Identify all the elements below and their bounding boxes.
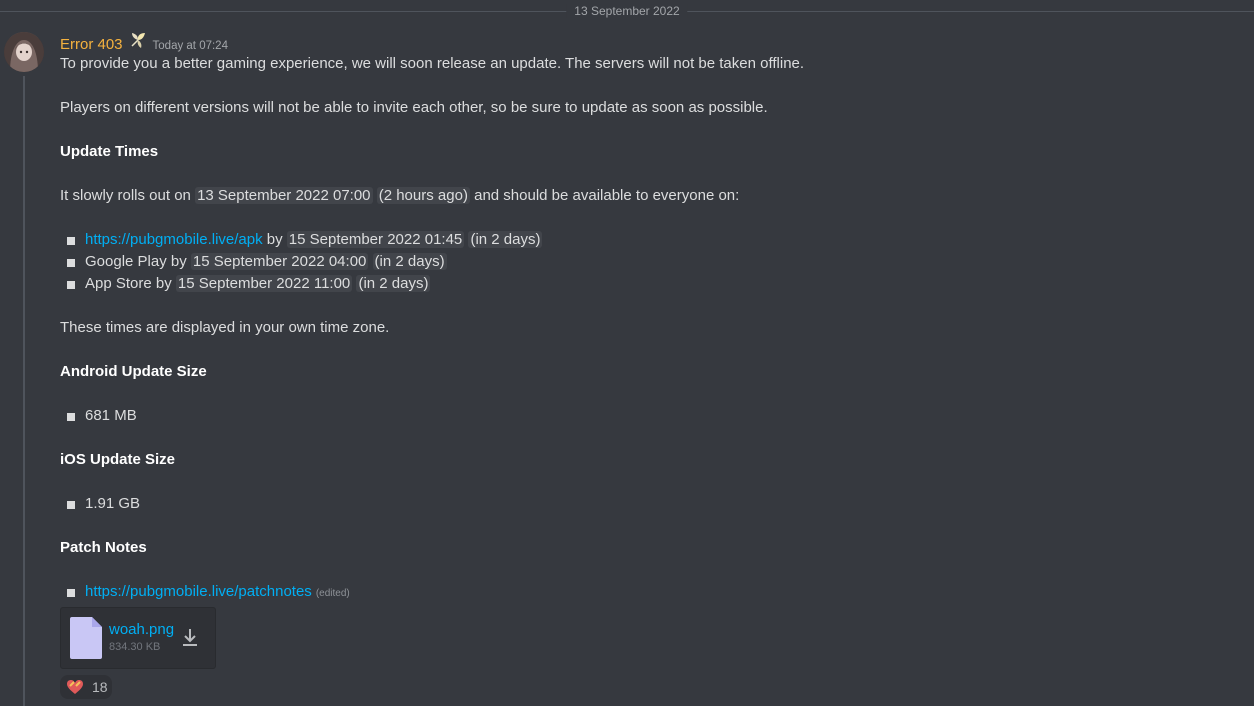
bullet-square-icon [67, 237, 75, 245]
download-icon[interactable] [179, 627, 201, 649]
bullet-square-icon [67, 589, 75, 597]
heart-emoji-icon [67, 680, 83, 694]
list-item: https://pubgmobile.live/patchnotes (edite… [60, 581, 1240, 605]
patchnotes-link[interactable]: https://pubgmobile.live/patchnotes [85, 583, 312, 600]
message-header: Error 403 Today at 07:24 [60, 31, 1240, 53]
heading-update-times: Update Times [60, 143, 159, 160]
release-timestamp[interactable]: 15 September 2022 11:00 [175, 275, 353, 292]
file-icon [70, 617, 102, 659]
rollout-suffix: and should be available to everyone on: [469, 187, 740, 204]
date-divider: 13 September 2022 [0, 0, 1254, 24]
list-item: https://pubgmobile.live/apk by 15 Septem… [60, 229, 1240, 251]
apk-link[interactable]: https://pubgmobile.live/apk [85, 231, 263, 248]
rollout-line: It slowly rolls out on 13 September 2022… [60, 185, 1240, 207]
heading-ios-size: iOS Update Size [60, 451, 176, 468]
message: Error 403 Today at 07:24 To provide you … [60, 31, 1240, 699]
release-relative-text: in 2 days [475, 231, 536, 248]
by-text: by [151, 275, 176, 292]
release-timestamp[interactable]: 15 September 2022 01:45 [286, 231, 465, 248]
attachment-filename[interactable]: woah.png [109, 621, 174, 638]
list-item: Google Play by 15 September 2022 04:00 (… [60, 251, 1240, 273]
heading-patch-notes: Patch Notes [60, 539, 147, 556]
paragraph-1: To provide you a better gaming experienc… [60, 55, 805, 72]
store-label: Google Play [85, 253, 167, 270]
attachment-filesize: 834.30 KB [109, 641, 161, 653]
android-size-value: 681 MB [85, 407, 137, 424]
message-timestamp[interactable]: Today at 07:24 [153, 40, 228, 52]
bullet-square-icon [67, 413, 75, 421]
timezone-note: These times are displayed in your own ti… [60, 319, 390, 336]
ios-size-value: 1.91 GB [85, 495, 141, 512]
release-relative-text: in 2 days [363, 275, 424, 292]
reaction-count: 18 [92, 679, 108, 695]
rollout-prefix: It slowly rolls out on [60, 187, 196, 204]
release-relative[interactable]: (in 2 days) [356, 275, 431, 292]
user-avatar[interactable] [4, 32, 44, 72]
paragraph-2: Players on different versions will not b… [60, 99, 768, 116]
list-item: 1.91 GB [60, 493, 1240, 515]
release-relative[interactable]: (in 2 days) [372, 253, 447, 270]
release-relative[interactable]: (in 2 days) [468, 231, 543, 248]
bullet-square-icon [67, 501, 75, 509]
file-attachment[interactable]: woah.png 834.30 KB [60, 607, 216, 669]
author-name[interactable]: Error 403 [60, 36, 123, 53]
sparkle-leaf-icon [131, 33, 145, 48]
list-item: App Store by 15 September 2022 11:00 (in… [60, 273, 1240, 295]
rollout-relative-text: 2 hours ago [383, 187, 463, 204]
release-relative-text: in 2 days [379, 253, 440, 270]
store-label: App Store [85, 275, 152, 292]
reaction-button[interactable]: 18 [60, 675, 112, 699]
by-text: by [262, 231, 287, 248]
thread-line [23, 76, 25, 706]
list-item: 681 MB [60, 405, 1240, 427]
edited-label: (edited) [315, 588, 350, 599]
bullet-square-icon [67, 259, 75, 267]
rollout-relative[interactable]: (2 hours ago) [376, 187, 470, 204]
release-timestamp[interactable]: 15 September 2022 04:00 [190, 253, 369, 270]
heading-android-size: Android Update Size [60, 363, 207, 380]
by-text: by [166, 253, 191, 270]
rollout-timestamp[interactable]: 13 September 2022 07:00 [195, 187, 373, 204]
date-divider-label: 13 September 2022 [566, 4, 688, 18]
bullet-square-icon [67, 281, 75, 289]
